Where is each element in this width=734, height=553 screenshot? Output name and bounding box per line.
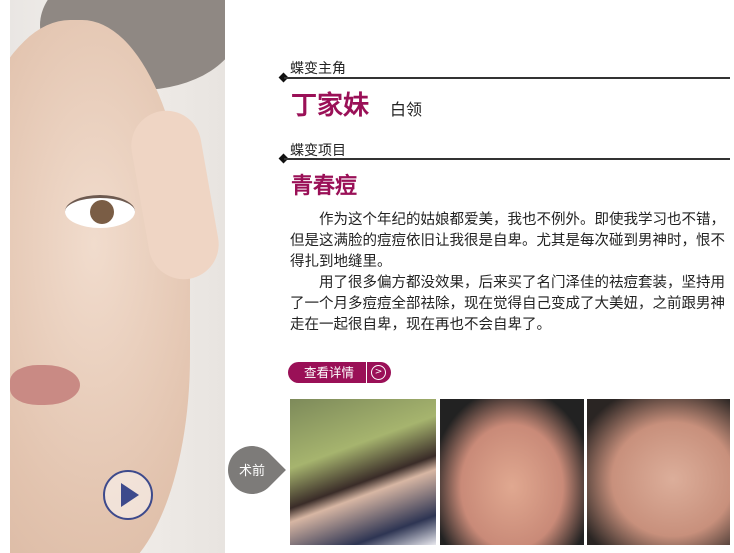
before-photo-2 bbox=[440, 399, 584, 545]
before-photo-1 bbox=[290, 399, 436, 545]
before-photo-3 bbox=[587, 399, 730, 545]
person-name: 丁家妹 bbox=[291, 91, 370, 121]
person-role: 白领 bbox=[390, 100, 423, 119]
view-details-label: 查看详情 bbox=[304, 365, 355, 380]
play-button[interactable] bbox=[103, 470, 153, 520]
hero-face-image bbox=[10, 0, 225, 553]
paragraph: 用了很多偏方都没效果，后来买了名门泽佳的祛痘套装，坚持用了一个月多痘痘全部祛除，… bbox=[290, 275, 725, 333]
divider bbox=[366, 362, 367, 383]
face bbox=[10, 20, 190, 553]
testimonial-text: 作为这个年纪的姑娘都爱美，我也不例外。即使我学习也不错，但是这满脸的痘痘依旧让我… bbox=[290, 210, 732, 336]
divider bbox=[284, 158, 730, 160]
chevron-right-icon: > bbox=[371, 365, 386, 380]
divider bbox=[284, 77, 730, 79]
paragraph: 作为这个年纪的姑娘都爱美，我也不例外。即使我学习也不错，但是这满脸的痘痘依旧让我… bbox=[290, 212, 725, 270]
view-details-button[interactable]: 查看详情 > bbox=[288, 362, 391, 383]
section-label-protagonist: 蝶变主角 bbox=[290, 61, 346, 77]
iris bbox=[90, 200, 114, 224]
eye bbox=[65, 195, 135, 228]
lips bbox=[10, 365, 80, 405]
before-tag-label: 术前 bbox=[238, 464, 265, 479]
section-label-project: 蝶变项目 bbox=[290, 143, 346, 159]
project-name: 青春痘 bbox=[291, 174, 358, 199]
